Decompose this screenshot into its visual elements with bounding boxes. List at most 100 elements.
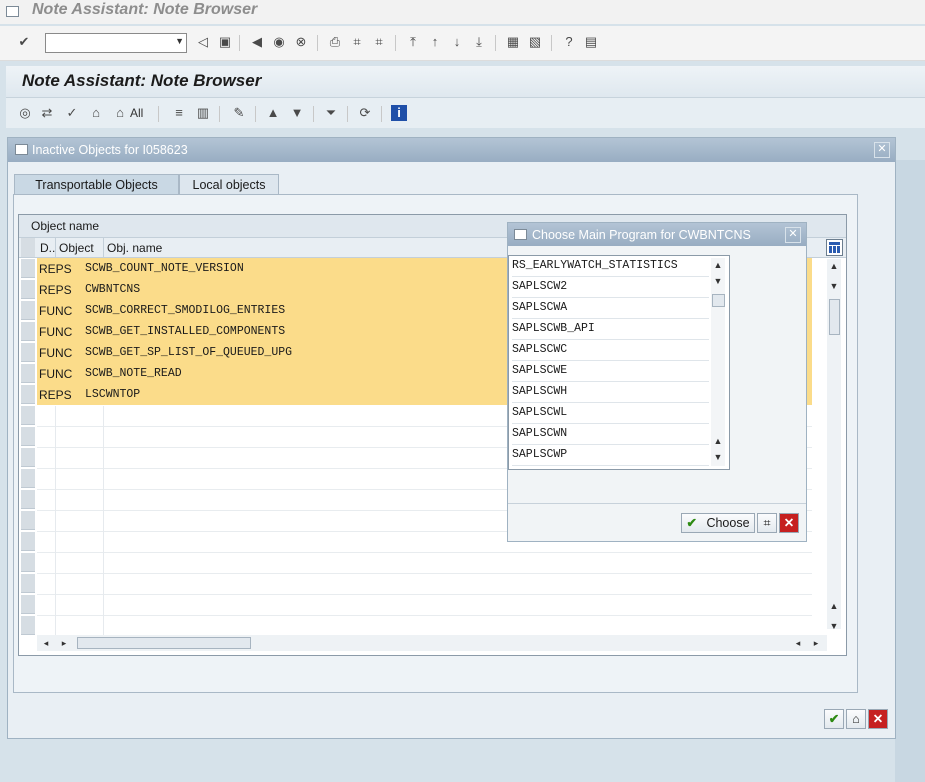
scroll-left-icon[interactable]: ◂ bbox=[791, 636, 805, 650]
sort-ascending-icon[interactable]: ▲ bbox=[265, 105, 281, 121]
prev-page-icon[interactable]: ↑ bbox=[427, 34, 443, 50]
command-field[interactable]: ▼ bbox=[45, 33, 187, 53]
cancel-button[interactable]: ✕ bbox=[868, 709, 888, 729]
row-selector[interactable] bbox=[21, 448, 35, 467]
first-page-icon[interactable]: ⤒ bbox=[405, 34, 421, 50]
grid-vertical-scrollbar[interactable]: ▲ ▼ ▲ ▼ bbox=[827, 259, 841, 631]
row-selector[interactable] bbox=[21, 301, 35, 320]
row-selector[interactable] bbox=[21, 511, 35, 530]
row-selector[interactable] bbox=[21, 553, 35, 572]
display-icon[interactable]: ◎ bbox=[17, 105, 33, 121]
chevron-down-icon[interactable]: ▼ bbox=[175, 36, 184, 46]
select-all-cell[interactable] bbox=[21, 238, 35, 257]
exit-icon[interactable]: ◉ bbox=[271, 34, 287, 50]
list-item[interactable]: SAPLSCWB_API bbox=[512, 319, 709, 340]
row-selector[interactable] bbox=[21, 427, 35, 446]
tab-transportable-objects[interactable]: Transportable Objects bbox=[14, 174, 179, 195]
empty-row[interactable] bbox=[37, 616, 812, 637]
scroll-thumb[interactable] bbox=[77, 637, 251, 649]
list-item[interactable]: SAPLSCWP bbox=[512, 445, 709, 466]
row-selector[interactable] bbox=[21, 490, 35, 509]
lock-icon[interactable]: ⌂ bbox=[88, 105, 104, 121]
scroll-up-icon[interactable]: ▲ bbox=[827, 599, 841, 613]
scroll-right-icon[interactable]: ▸ bbox=[809, 636, 823, 650]
row-selector[interactable] bbox=[21, 406, 35, 425]
filter-icon[interactable]: ⏷ bbox=[323, 105, 339, 121]
row-selector[interactable] bbox=[21, 343, 35, 362]
row-selector[interactable] bbox=[21, 322, 35, 341]
row-selector[interactable] bbox=[21, 469, 35, 488]
dialog-menu-icon[interactable] bbox=[514, 229, 527, 240]
sort-descending-icon[interactable]: ▼ bbox=[289, 105, 305, 121]
print-icon[interactable]: ⎙ bbox=[327, 34, 343, 50]
find-next-icon[interactable]: ⌗ bbox=[371, 34, 387, 50]
choose-button[interactable]: ✔ Choose bbox=[681, 513, 755, 533]
cancel-icon[interactable]: ⊗ bbox=[293, 34, 309, 50]
list-item[interactable]: SAPLSCWH bbox=[512, 382, 709, 403]
row-selector[interactable] bbox=[21, 385, 35, 404]
scroll-up-icon[interactable]: ▲ bbox=[711, 434, 725, 448]
enter-icon[interactable]: ✔ bbox=[16, 34, 32, 50]
column-header-obj-name[interactable]: Obj. name bbox=[107, 241, 162, 255]
next-page-icon[interactable]: ↓ bbox=[449, 34, 465, 50]
scroll-down-icon[interactable]: ▼ bbox=[711, 450, 725, 464]
row-selector[interactable] bbox=[21, 595, 35, 614]
close-icon[interactable]: ✕ bbox=[785, 227, 801, 243]
list-item[interactable]: SAPLSCWN bbox=[512, 424, 709, 445]
list-item[interactable]: SAPLSCWC bbox=[512, 340, 709, 361]
row-selector[interactable] bbox=[21, 616, 35, 635]
empty-row[interactable] bbox=[37, 574, 812, 595]
tab-local-objects[interactable]: Local objects bbox=[179, 174, 279, 195]
scroll-thumb[interactable] bbox=[829, 299, 840, 335]
row-selector[interactable] bbox=[21, 259, 35, 278]
edit-icon[interactable]: ✎ bbox=[231, 105, 247, 121]
empty-row[interactable] bbox=[37, 595, 812, 616]
lock-button[interactable]: ⌂ bbox=[846, 709, 866, 729]
confirm-button[interactable]: ✔ bbox=[824, 709, 844, 729]
row-selector[interactable] bbox=[21, 574, 35, 593]
scroll-down-icon[interactable]: ▼ bbox=[711, 274, 725, 288]
scroll-up-icon[interactable]: ▲ bbox=[711, 258, 725, 272]
scroll-left-icon[interactable]: ◂ bbox=[39, 636, 53, 650]
compare-icon[interactable]: ⇄ bbox=[39, 105, 55, 121]
row-selector[interactable] bbox=[21, 364, 35, 383]
row-selector[interactable] bbox=[21, 280, 35, 299]
list-item[interactable]: SAPLSCWA bbox=[512, 298, 709, 319]
new-session-icon[interactable]: ▦ bbox=[505, 34, 521, 50]
scroll-thumb[interactable] bbox=[712, 294, 725, 307]
back-icon[interactable]: ◁ bbox=[195, 34, 211, 50]
last-page-icon[interactable]: ⤓ bbox=[471, 34, 487, 50]
scroll-right-icon[interactable]: ▸ bbox=[57, 636, 71, 650]
customize-icon[interactable]: ▤ bbox=[583, 34, 599, 50]
list-item[interactable]: SAPLSCWL bbox=[512, 403, 709, 424]
find-button[interactable]: ⌗ bbox=[757, 513, 777, 533]
lock-all-icon[interactable]: ⌂ bbox=[112, 105, 128, 121]
grid-horizontal-scrollbar[interactable]: ◂ ▸ ◂ ▸ bbox=[37, 635, 827, 651]
info-icon[interactable]: i bbox=[391, 105, 407, 121]
empty-row[interactable] bbox=[37, 553, 812, 574]
check-all-icon[interactable]: ✓ bbox=[64, 105, 80, 121]
find-icon[interactable]: ⌗ bbox=[349, 34, 365, 50]
table-icon[interactable]: ▥ bbox=[195, 105, 211, 121]
save-icon[interactable]: ▣ bbox=[217, 34, 233, 50]
window-menu-icon[interactable] bbox=[6, 6, 19, 17]
back-nav-icon[interactable]: ◀ bbox=[249, 34, 265, 50]
scroll-up-icon[interactable]: ▲ bbox=[827, 259, 841, 273]
column-header-object[interactable]: Object bbox=[59, 241, 94, 255]
list-item[interactable]: RS_EARLYWATCH_STATISTICS bbox=[512, 256, 709, 277]
row-selector[interactable] bbox=[21, 532, 35, 551]
list-item[interactable]: SAPLSCW2 bbox=[512, 277, 709, 298]
list-icon[interactable]: ≡ bbox=[171, 105, 187, 121]
refresh-icon[interactable]: ⟳ bbox=[357, 105, 373, 121]
close-icon[interactable]: ✕ bbox=[874, 142, 890, 158]
column-header-d[interactable]: D.. bbox=[40, 241, 55, 255]
layout-grid-icon[interactable] bbox=[826, 239, 843, 256]
dialog-menu-icon[interactable] bbox=[15, 144, 28, 155]
cancel-button[interactable]: ✕ bbox=[779, 513, 799, 533]
list-vertical-scrollbar[interactable]: ▲ ▼ ▲ ▼ bbox=[711, 258, 725, 466]
list-item[interactable]: SAPLSCWE bbox=[512, 361, 709, 382]
scroll-down-icon[interactable]: ▼ bbox=[827, 279, 841, 293]
shortcut-icon[interactable]: ▧ bbox=[527, 34, 543, 50]
scroll-down-icon[interactable]: ▼ bbox=[827, 619, 841, 633]
help-icon[interactable]: ? bbox=[561, 34, 577, 50]
